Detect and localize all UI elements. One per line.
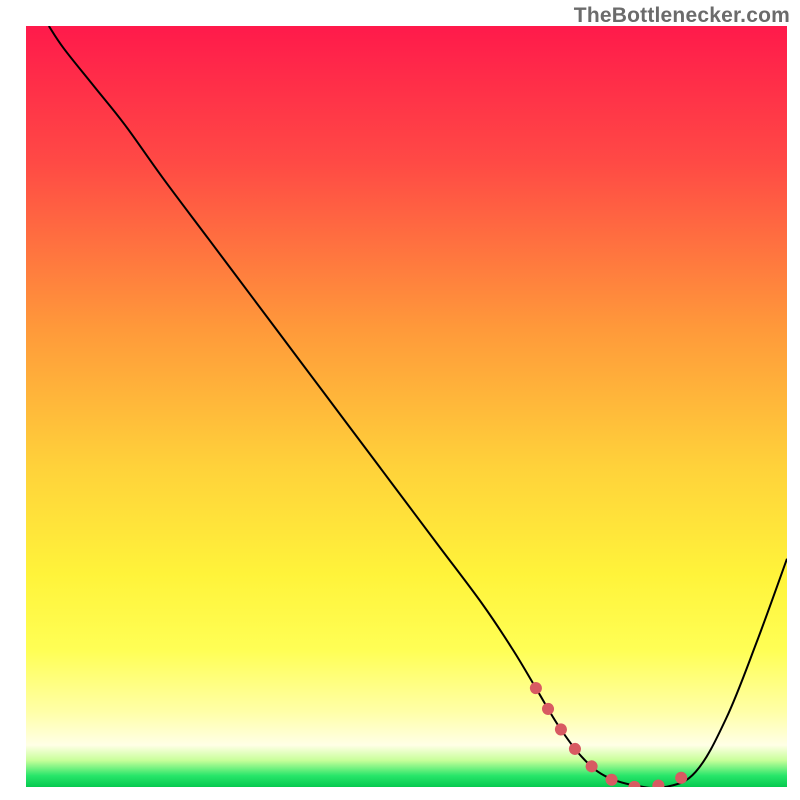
attribution-text: TheBottlenecker.com [574,4,790,28]
chart-svg [0,0,800,800]
chart-background [26,26,787,787]
chart-container: TheBottlenecker.com [0,0,800,800]
